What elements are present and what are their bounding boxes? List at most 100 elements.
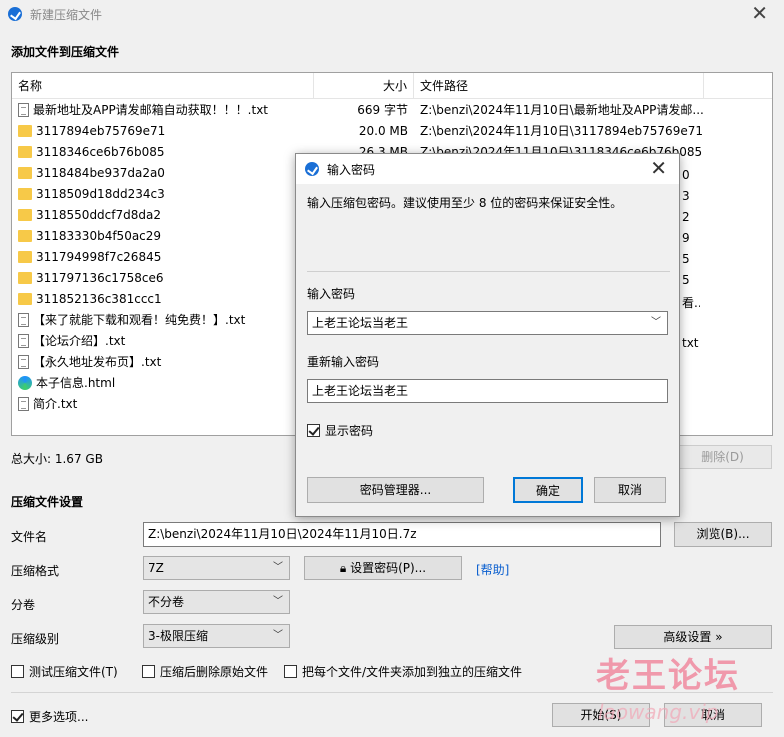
checkbox-box[interactable]	[142, 665, 155, 678]
file-name: 311794998f7c26845	[36, 249, 162, 264]
cell-name: 简介.txt	[12, 395, 314, 412]
file-name: 【来了就能下载和观看！纯免费！】.txt	[33, 313, 246, 327]
settings-section-title: 压缩文件设置	[11, 495, 84, 509]
checkbox-box[interactable]	[11, 665, 24, 678]
file-name: 3118346ce6b76b085	[36, 144, 165, 159]
folder-icon	[18, 208, 32, 221]
folder-icon	[18, 229, 32, 242]
delete-after-label: 压缩后删除原始文件	[160, 665, 269, 679]
folder-icon	[18, 166, 32, 179]
show-password-label: 显示密码	[325, 424, 374, 438]
cell-name: 3117894eb75769e71	[12, 124, 314, 138]
text-file-icon	[18, 312, 29, 327]
column-header-path[interactable]: 文件路径	[414, 73, 704, 99]
table-row[interactable]: 最新地址及APP请发邮箱自动获取！！！.txt 669 字节 Z:\benzi\20…	[12, 99, 772, 120]
add-section-title: 添加文件到压缩文件	[11, 45, 120, 59]
cell-name: 31183330b4f50ac29	[12, 229, 314, 243]
dialog-titlebar: 输入密码 ✕	[296, 154, 679, 184]
folder-icon	[18, 292, 32, 305]
cell-name: 3118346ce6b76b085	[12, 145, 314, 159]
cell-name: 3118550ddcf7d8da2	[12, 208, 314, 222]
dialog-divider	[307, 271, 670, 272]
cell-name: 311794998f7c26845	[12, 250, 314, 264]
partial-path-text: txt	[682, 336, 699, 350]
password-dialog: 输入密码 ✕ 输入压缩包密码。建议使用至少 8 位的密码来保证安全性。 输入密码…	[295, 153, 680, 517]
split-select-value: 不分卷	[148, 595, 185, 609]
text-file-icon	[18, 102, 29, 117]
table-row[interactable]: 3117894eb75769e71 20.0 MB Z:\benzi\2024年11…	[12, 120, 772, 141]
cell-name: 【论坛介绍】.txt	[12, 332, 314, 349]
password-input[interactable]: 上老王论坛当老王 ﹀	[307, 311, 668, 335]
delete-button[interactable]: 删除(D)	[673, 445, 772, 469]
total-size: 总大小: 1.67 GB	[11, 452, 103, 466]
password-label: 输入密码	[307, 287, 356, 301]
chevron-down-icon[interactable]: ﹀	[651, 312, 661, 334]
window-close-icon[interactable]: ✕	[751, 3, 768, 23]
cell-size: 20.0 MB	[358, 123, 408, 138]
dialog-close-icon[interactable]: ✕	[650, 158, 667, 178]
more-options-label: 更多选项...	[29, 710, 89, 724]
filename-input[interactable]: Z:\benzi\2024年11月10日\2024年11月10日.7z	[143, 522, 661, 547]
file-name: 【永久地址发布页】.txt	[33, 355, 162, 369]
cell-name: 最新地址及APP请发邮箱自动获取！！！.txt	[12, 101, 314, 118]
watermark-text: 老王论坛	[596, 656, 740, 696]
confirm-password-input[interactable]: 上老王论坛当老王	[307, 379, 668, 403]
file-name: 【论坛介绍】.txt	[33, 334, 126, 348]
level-select[interactable]: 3-极限压缩 ﹀	[143, 624, 290, 648]
password-manager-button[interactable]: 密码管理器...	[307, 477, 484, 503]
edge-icon	[18, 375, 32, 390]
checkbox-box-checked[interactable]	[11, 710, 24, 723]
file-name: 311852136c381ccc1	[36, 291, 162, 306]
window-title: 新建压缩文件	[30, 7, 103, 22]
file-name: 3118509d18dd234c3	[36, 186, 165, 201]
level-select-value: 3-极限压缩	[148, 629, 208, 643]
window-titlebar: 新建压缩文件 ✕	[0, 0, 784, 28]
file-name: 3117894eb75769e71	[36, 123, 166, 138]
format-select[interactable]: 7Z ﹀	[143, 556, 290, 580]
dialog-ok-button[interactable]: 确定	[513, 477, 583, 503]
format-label: 压缩格式	[11, 564, 60, 578]
partial-path-text: 5	[682, 273, 690, 287]
cell-path: Z:\benzi\2024年11月10日\最新地址及APP请发邮...	[420, 103, 704, 117]
advanced-settings-button[interactable]: 高级设置 »	[614, 625, 772, 649]
cell-name: 311797136c1758ce6	[12, 271, 314, 285]
more-options-checkbox[interactable]: 更多选项...	[11, 708, 88, 725]
show-password-checkbox[interactable]: 显示密码	[307, 422, 373, 439]
filename-label: 文件名	[11, 530, 48, 544]
cell-name: 311852136c381ccc1	[12, 292, 314, 306]
level-label: 压缩级别	[11, 632, 60, 646]
lock-icon: 🔒︎	[339, 561, 347, 575]
cell-name: 3118484be937da2a0	[12, 166, 314, 180]
folder-icon	[18, 271, 32, 284]
folder-icon	[18, 124, 32, 137]
separate-archives-checkbox[interactable]: 把每个文件/文件夹添加到独立的压缩文件	[284, 663, 522, 680]
app-icon	[305, 162, 319, 176]
file-name: 31183330b4f50ac29	[36, 228, 162, 243]
browse-button[interactable]: 浏览(B)...	[674, 522, 772, 547]
set-password-button[interactable]: 🔒︎ 设置密码(P)...	[304, 556, 462, 580]
partial-path-text: 5	[682, 252, 690, 266]
file-list-header: 名称 大小 文件路径	[12, 73, 772, 99]
cell-name: 【来了就能下载和观看！纯免费！】.txt	[12, 311, 314, 328]
help-link[interactable]: [帮助]	[476, 561, 509, 578]
cell-name: 3118509d18dd234c3	[12, 187, 314, 201]
split-select[interactable]: 不分卷 ﹀	[143, 590, 290, 614]
delete-after-checkbox[interactable]: 压缩后删除原始文件	[142, 663, 268, 680]
column-header-name[interactable]: 名称	[12, 73, 314, 99]
test-archive-label: 测试压缩文件(T)	[29, 665, 118, 679]
dialog-description: 输入压缩包密码。建议使用至少 8 位的密码来保证安全性。	[307, 196, 623, 210]
dialog-cancel-button[interactable]: 取消	[594, 477, 666, 503]
format-select-value: 7Z	[148, 561, 164, 575]
column-header-size[interactable]: 大小	[314, 73, 414, 99]
partial-path-text: 2	[682, 210, 690, 224]
separate-archives-label: 把每个文件/文件夹添加到独立的压缩文件	[302, 665, 523, 679]
chevron-down-icon: ﹀	[273, 562, 283, 573]
folder-icon	[18, 145, 32, 158]
checkbox-box[interactable]	[284, 665, 297, 678]
text-file-icon	[18, 354, 29, 369]
text-file-icon	[18, 396, 29, 411]
file-name: 本子信息.html	[36, 376, 116, 390]
checkbox-box-checked[interactable]	[307, 424, 320, 437]
partial-path-text: 3	[682, 189, 690, 203]
test-archive-checkbox[interactable]: 测试压缩文件(T)	[11, 663, 118, 680]
